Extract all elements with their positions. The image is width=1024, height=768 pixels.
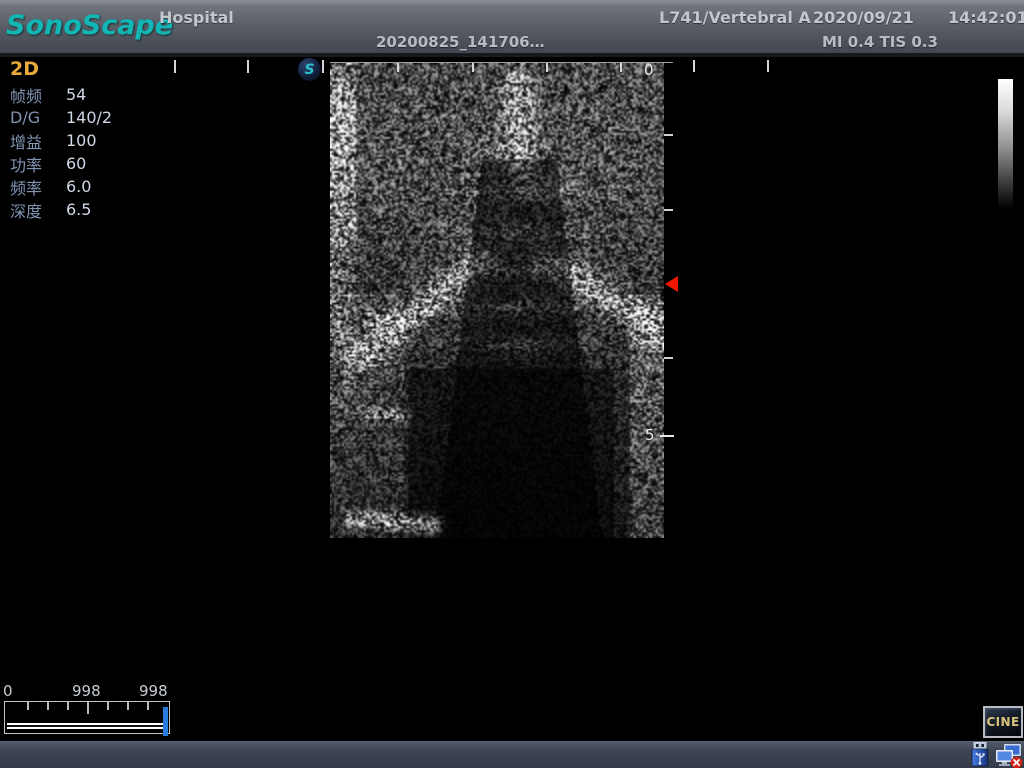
parameter-panel: 帧频 54 D/G 140/2 增益 100 功率 60 频率 6.0 深度 6… <box>10 83 112 221</box>
param-label: 功率 <box>10 152 66 176</box>
cine-button-label: CINE <box>986 715 1019 729</box>
param-value: 100 <box>66 131 97 150</box>
taskbar <box>0 741 1024 768</box>
cine-progress-track <box>7 723 163 729</box>
date-display: 2020/09/21 <box>813 8 914 27</box>
ruler-tick <box>620 63 622 72</box>
mi-tis-display: MI 0.4 TIS 0.3 <box>822 33 938 51</box>
cine-current-label: 998 <box>72 682 101 700</box>
cine-tick <box>87 702 89 714</box>
param-value: 140/2 <box>66 108 112 127</box>
mode-2d-label: 2D <box>10 58 39 80</box>
depth-ruler-tick <box>664 209 673 211</box>
ruler-tick <box>322 60 324 73</box>
param-label: 频率 <box>10 175 66 199</box>
param-value: 6.0 <box>66 177 91 196</box>
param-row-depth: 深度 6.5 <box>10 198 112 221</box>
depth-ruler-tick <box>660 435 674 437</box>
param-label: 帧频 <box>10 83 66 107</box>
cine-tick <box>47 702 49 710</box>
cine-start-label: 0 <box>3 682 13 700</box>
cine-tick <box>27 702 29 710</box>
param-value: 54 <box>66 85 86 104</box>
probe-preset: L741/Vertebral A <box>659 8 811 27</box>
param-row-gain: 增益 100 <box>10 129 112 152</box>
hospital-name: Hospital <box>159 8 234 27</box>
ultrasound-system-screen: SonoScape Hospital L741/Vertebral A 2020… <box>0 0 1024 768</box>
depth-ruler-5cm-label: 5 <box>645 426 655 444</box>
ultrasound-image <box>330 63 664 538</box>
cine-scrollbar[interactable] <box>4 701 170 734</box>
ruler-tick <box>247 60 249 73</box>
ruler-tick <box>174 60 176 73</box>
usb-device-icon[interactable] <box>969 742 991 767</box>
param-row-power: 功率 60 <box>10 152 112 175</box>
focus-marker-icon <box>665 276 678 292</box>
cine-position-cursor[interactable] <box>163 707 168 736</box>
cine-total-label: 998 <box>139 682 168 700</box>
cine-tick <box>127 702 129 710</box>
param-row-framerate: 帧频 54 <box>10 83 112 106</box>
param-row-dg: D/G 140/2 <box>10 106 112 129</box>
param-label: 增益 <box>10 129 66 153</box>
logo-mark: S <box>304 62 314 78</box>
probe-orientation-marker-icon: S <box>298 58 321 81</box>
depth-ruler-tick <box>664 134 673 136</box>
network-disconnected-icon[interactable] <box>995 743 1023 768</box>
cine-tick <box>107 702 109 710</box>
ruler-tick <box>546 63 548 72</box>
cine-tick <box>147 702 149 710</box>
cine-tick <box>67 702 69 710</box>
sonoscape-logo: SonoScape <box>6 10 173 41</box>
ruler-tick <box>693 60 695 72</box>
param-label: 深度 <box>10 198 66 222</box>
param-value: 60 <box>66 154 86 173</box>
depth-ruler-tick <box>664 357 673 359</box>
grayscale-bar <box>998 79 1013 209</box>
ruler-tick <box>397 63 399 72</box>
top-bar: SonoScape Hospital L741/Vertebral A 2020… <box>0 0 1024 57</box>
param-row-frequency: 频率 6.0 <box>10 175 112 198</box>
ruler-tick <box>767 60 769 72</box>
exam-id: 20200825_141706… <box>376 33 545 51</box>
param-label: D/G <box>10 108 66 127</box>
cine-button[interactable]: CINE <box>983 706 1023 738</box>
param-value: 6.5 <box>66 200 91 219</box>
depth-ruler-origin-label: 0 <box>644 61 654 79</box>
ruler-tick <box>472 63 474 72</box>
time-display: 14:42:01 <box>948 8 1024 27</box>
